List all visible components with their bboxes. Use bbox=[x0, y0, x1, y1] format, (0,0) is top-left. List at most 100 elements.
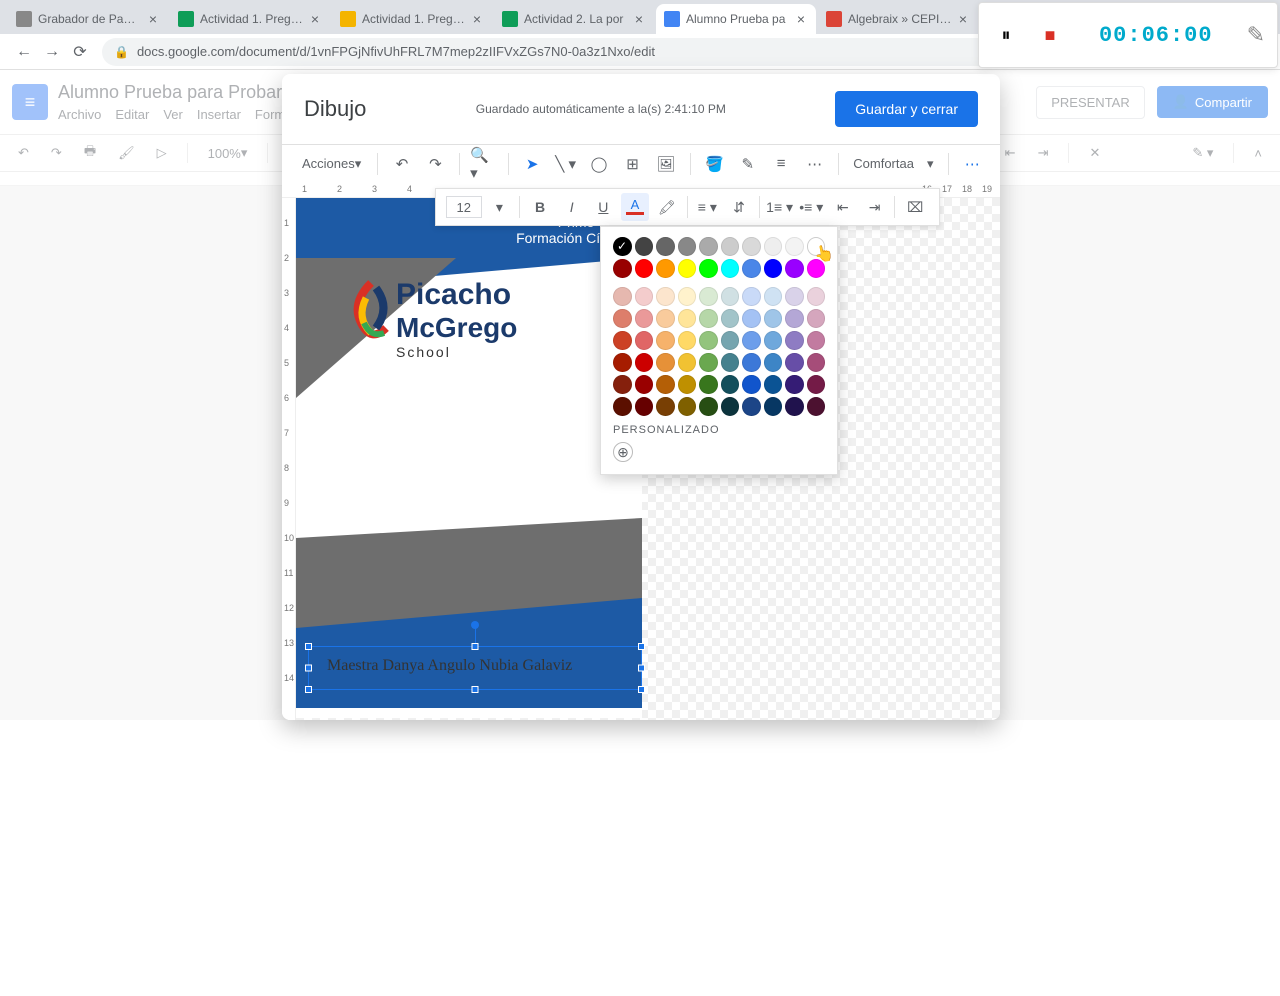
color-swatch[interactable] bbox=[721, 237, 740, 256]
resize-handle[interactable] bbox=[472, 643, 479, 650]
more-button[interactable]: ⋯ bbox=[959, 150, 986, 178]
color-swatch[interactable] bbox=[807, 375, 826, 394]
color-swatch[interactable] bbox=[742, 353, 761, 372]
teacher-name-text[interactable]: Maestra Danya Angulo Nubia Galaviz bbox=[309, 647, 641, 685]
color-swatch[interactable] bbox=[721, 331, 740, 350]
color-swatch[interactable] bbox=[656, 331, 675, 350]
annotate-icon[interactable]: ✎ bbox=[1247, 22, 1265, 48]
color-swatch[interactable] bbox=[721, 375, 740, 394]
color-swatch[interactable] bbox=[807, 353, 826, 372]
color-swatch[interactable] bbox=[785, 287, 804, 306]
resize-handle[interactable] bbox=[638, 665, 645, 672]
font-size-dropdown[interactable]: ▾ bbox=[486, 193, 514, 221]
color-swatch[interactable] bbox=[785, 237, 804, 256]
color-swatch[interactable] bbox=[785, 353, 804, 372]
underline-button[interactable]: U bbox=[590, 193, 618, 221]
color-swatch[interactable] bbox=[742, 375, 761, 394]
color-swatch[interactable] bbox=[807, 397, 826, 416]
resize-handle[interactable] bbox=[305, 686, 312, 693]
font-select[interactable]: Comfortaa▾ bbox=[849, 156, 937, 172]
color-swatch[interactable] bbox=[764, 309, 783, 328]
color-swatch[interactable] bbox=[785, 375, 804, 394]
color-swatch[interactable] bbox=[742, 331, 761, 350]
pause-button[interactable]: ⏸ bbox=[991, 20, 1021, 50]
color-swatch[interactable] bbox=[764, 237, 783, 256]
text-color-button[interactable]: A bbox=[621, 193, 649, 221]
fill-color-button[interactable]: 🪣 bbox=[701, 150, 728, 178]
color-swatch[interactable] bbox=[742, 287, 761, 306]
color-swatch[interactable] bbox=[678, 397, 697, 416]
browser-tab[interactable]: Actividad 1. Pregun× bbox=[170, 4, 330, 34]
color-swatch[interactable] bbox=[613, 397, 632, 416]
actions-menu[interactable]: Acciones ▾ bbox=[296, 152, 367, 176]
color-swatch[interactable] bbox=[635, 331, 654, 350]
color-swatch[interactable] bbox=[613, 309, 632, 328]
save-close-button[interactable]: Guardar y cerrar bbox=[835, 91, 978, 127]
color-swatch[interactable] bbox=[742, 237, 761, 256]
color-swatch[interactable] bbox=[613, 287, 632, 306]
browser-tab[interactable]: Grabador de Pantal× bbox=[8, 4, 168, 34]
color-swatch[interactable] bbox=[635, 397, 654, 416]
browser-tab[interactable]: Actividad 2. La por× bbox=[494, 4, 654, 34]
color-swatch[interactable] bbox=[699, 287, 718, 306]
color-swatch[interactable] bbox=[721, 287, 740, 306]
close-icon[interactable]: × bbox=[956, 12, 970, 26]
highlight-button[interactable]: 🖍 bbox=[653, 193, 681, 221]
color-swatch[interactable] bbox=[699, 397, 718, 416]
resize-handle[interactable] bbox=[472, 686, 479, 693]
browser-tab[interactable]: Actividad 1. Pregun× bbox=[332, 4, 492, 34]
color-swatch[interactable] bbox=[764, 331, 783, 350]
color-swatch[interactable] bbox=[764, 353, 783, 372]
color-swatch[interactable] bbox=[613, 375, 632, 394]
browser-tab[interactable]: Alumno Prueba pa× bbox=[656, 4, 816, 34]
resize-handle[interactable] bbox=[305, 665, 312, 672]
close-icon[interactable]: × bbox=[794, 12, 808, 26]
undo-button[interactable]: ↶ bbox=[388, 150, 415, 178]
back-button[interactable]: ← bbox=[10, 38, 38, 66]
color-swatch[interactable] bbox=[742, 259, 761, 278]
indent-dec-button[interactable]: ⇤ bbox=[829, 193, 857, 221]
bold-button[interactable]: B bbox=[526, 193, 554, 221]
border-dash-button[interactable]: ⋯ bbox=[801, 150, 828, 178]
textbox-tool[interactable]: ⊞ bbox=[619, 150, 646, 178]
italic-button[interactable]: I bbox=[558, 193, 586, 221]
color-swatch[interactable] bbox=[785, 331, 804, 350]
redo-button[interactable]: ↷ bbox=[422, 150, 449, 178]
border-weight-button[interactable]: ≡ bbox=[767, 150, 794, 178]
browser-tab[interactable]: Algebraix » CEPICA× bbox=[818, 4, 978, 34]
color-swatch[interactable] bbox=[635, 259, 654, 278]
reload-button[interactable]: ⟳ bbox=[66, 38, 94, 66]
color-swatch[interactable] bbox=[699, 237, 718, 256]
color-swatch[interactable] bbox=[678, 287, 697, 306]
color-swatch[interactable] bbox=[699, 375, 718, 394]
color-swatch[interactable] bbox=[656, 397, 675, 416]
color-swatch[interactable] bbox=[699, 331, 718, 350]
color-swatch[interactable] bbox=[635, 237, 654, 256]
select-tool[interactable]: ➤ bbox=[519, 150, 546, 178]
color-swatch[interactable] bbox=[635, 287, 654, 306]
resize-handle[interactable] bbox=[638, 686, 645, 693]
indent-inc-button[interactable]: ⇥ bbox=[861, 193, 889, 221]
color-swatch[interactable] bbox=[678, 331, 697, 350]
align-button[interactable]: ≡ ▾ bbox=[693, 193, 721, 221]
bulleted-list-button[interactable]: •≡ ▾ bbox=[797, 193, 825, 221]
line-spacing-button[interactable]: ⇵ bbox=[725, 193, 753, 221]
color-swatch[interactable] bbox=[635, 353, 654, 372]
color-swatch[interactable] bbox=[678, 259, 697, 278]
color-swatch[interactable] bbox=[613, 331, 632, 350]
color-swatch[interactable] bbox=[764, 259, 783, 278]
color-swatch[interactable] bbox=[678, 375, 697, 394]
url-input[interactable]: 🔒 docs.google.com/document/d/1vnFPGjNfiv… bbox=[102, 38, 1110, 66]
color-swatch[interactable] bbox=[699, 309, 718, 328]
color-swatch[interactable] bbox=[613, 353, 632, 372]
color-swatch[interactable] bbox=[785, 309, 804, 328]
zoom-button[interactable]: 🔍 ▾ bbox=[470, 150, 497, 178]
color-swatch[interactable] bbox=[764, 287, 783, 306]
color-swatch[interactable] bbox=[721, 397, 740, 416]
color-swatch[interactable] bbox=[656, 375, 675, 394]
color-swatch[interactable] bbox=[613, 259, 632, 278]
color-swatch[interactable] bbox=[699, 259, 718, 278]
border-color-button[interactable]: ✎ bbox=[734, 150, 761, 178]
close-icon[interactable]: × bbox=[470, 12, 484, 26]
color-swatch[interactable] bbox=[656, 259, 675, 278]
